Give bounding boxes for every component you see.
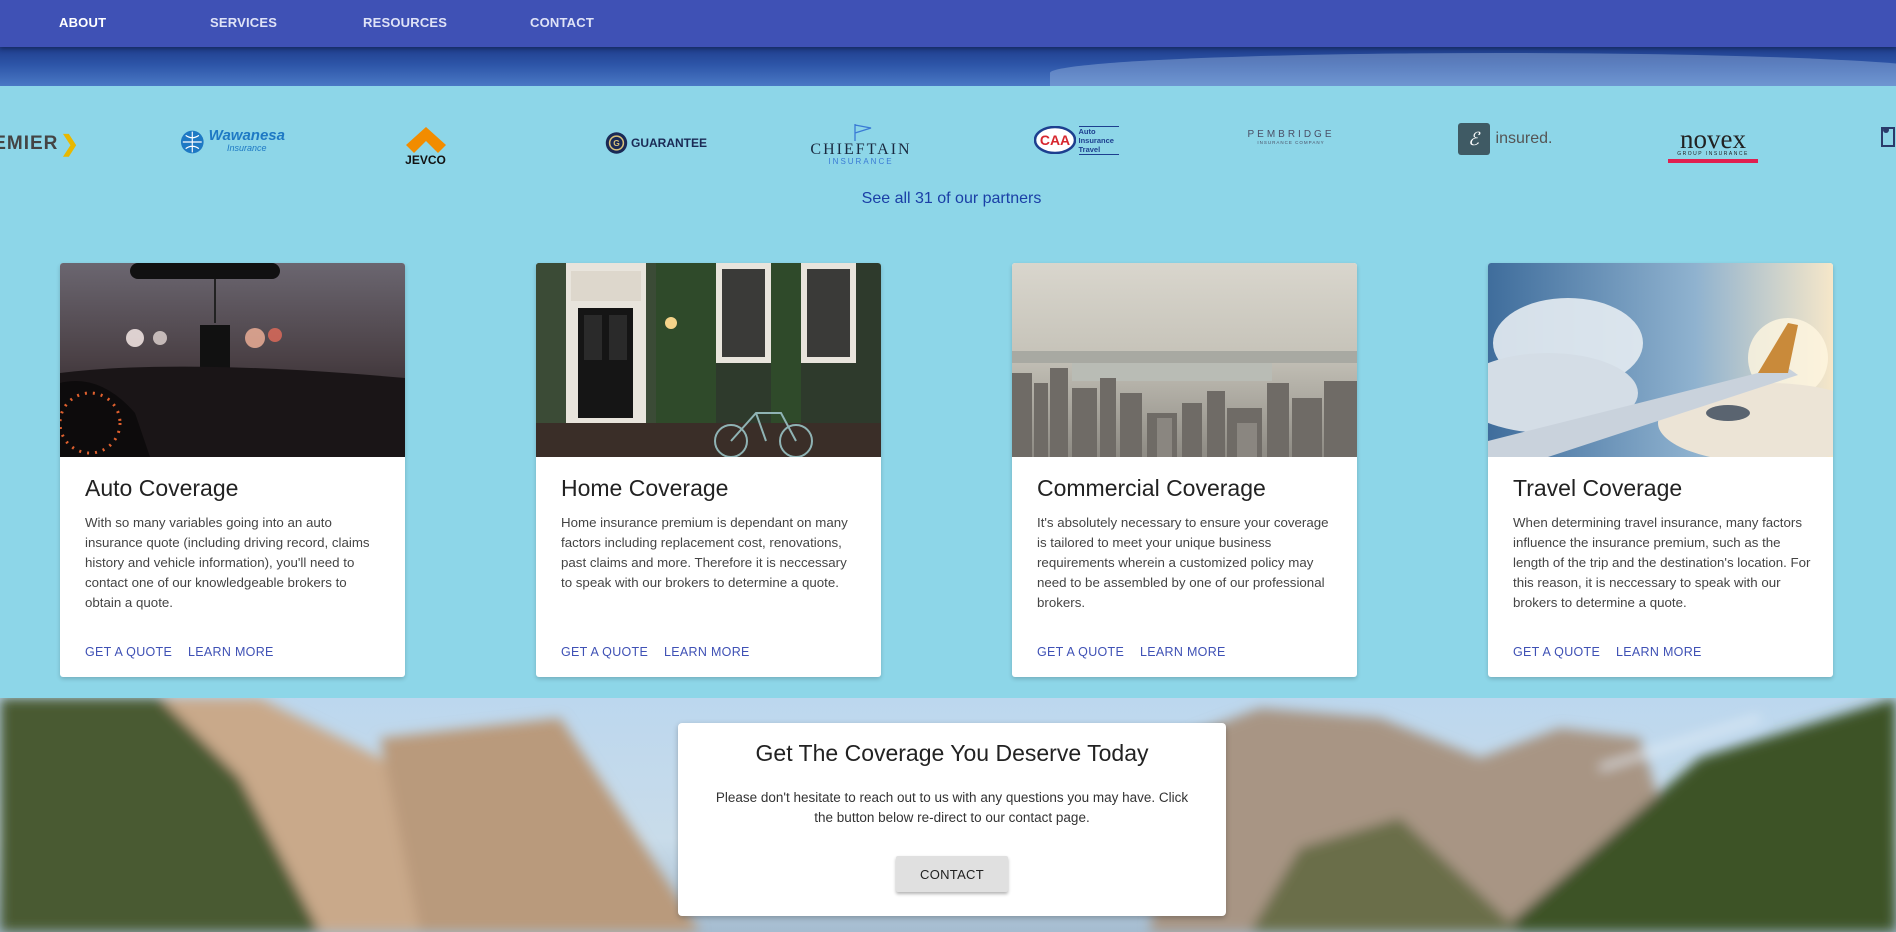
chieftain-logo-sub: INSURANCE [828,156,894,166]
commercial-coverage-card: Commercial Coverage It's absolutely nece… [1012,263,1357,677]
caa-logo: CAA Auto Insurance Travel [1030,124,1122,156]
card-title: Home Coverage [561,475,729,501]
get-a-quote-button[interactable]: GET A QUOTE [1037,645,1124,659]
learn-more-button[interactable]: LEARN MORE [664,645,750,659]
nav-contact[interactable]: CONTACT [530,15,594,30]
commercial-card-image [1012,263,1357,457]
card-title: Commercial Coverage [1037,475,1266,501]
travel-coverage-card: Travel Coverage When determining travel … [1488,263,1833,677]
cta-title: Get The Coverage You Deserve Today [755,740,1149,766]
pembridge-logo: PEMBRIDGE INSURANCE COMPANY [1240,126,1342,148]
auto-card-image [60,263,405,457]
premier-logo: EMIER ❯ [0,126,79,162]
pembridge-logo-text: PEMBRIDGE [1247,129,1335,140]
learn-more-button[interactable]: LEARN MORE [1140,645,1226,659]
jevco-logo: JEVCO [398,120,453,172]
insured-logo-text: insured. [1495,130,1553,147]
pembridge-logo-sub: INSURANCE COMPANY [1257,140,1325,145]
caa-logo-sub: Auto Insurance Travel [1078,125,1119,155]
card-description: With so many variables going into an aut… [85,515,370,610]
card-description: When determining travel insurance, many … [1513,515,1811,610]
premier-logo-text: EMIER [0,133,59,154]
get-a-quote-button[interactable]: GET A QUOTE [561,645,648,659]
learn-more-button[interactable]: LEARN MORE [1616,645,1702,659]
insured-logo: ℰ insured. [1455,121,1555,157]
guarantee-logo-text: GUARANTEE [630,136,707,150]
card-description: Home insurance premium is dependant on m… [561,515,848,590]
hero-image-strip [0,47,1896,86]
novex-logo: novex GROUP INSURANCE [1667,124,1759,166]
guarantee-logo: G GUARANTEE [605,126,707,160]
get-a-quote-button[interactable]: GET A QUOTE [1513,645,1600,659]
chieftain-logo: CHIEFTAIN INSURANCE [810,118,910,170]
svg-text:CAA: CAA [1039,132,1069,148]
chieftain-flag-icon [854,123,872,141]
home-card-image [536,263,881,457]
guarantee-seal-icon: G [605,132,628,154]
contact-button[interactable]: CONTACT [896,856,1008,892]
top-nav: ABOUT SERVICES RESOURCES CONTACT [0,0,1896,47]
learn-more-button[interactable]: LEARN MORE [188,645,274,659]
home-coverage-card: Home Coverage Home insurance premium is … [536,263,881,677]
nav-resources[interactable]: RESOURCES [363,15,447,30]
cta-description: Please don't hesitate to reach out to us… [715,790,1189,825]
novex-logo-text: novex [1680,124,1746,154]
card-title: Travel Coverage [1513,475,1683,501]
nav-about[interactable]: ABOUT [59,15,106,30]
jevco-logo-text: JEVCO [405,153,446,167]
nav-services[interactable]: SERVICES [210,15,277,30]
wawanesa-globe-icon [180,130,204,154]
caa-oval-icon: CAA [1033,126,1076,154]
partial-partner-icon [1878,122,1896,152]
insured-mark-icon: ℰ [1457,123,1490,155]
auto-coverage-card: Auto Coverage With so many variables goi… [60,263,405,677]
svg-text:G: G [613,138,620,148]
travel-card-image [1488,263,1833,457]
card-title: Auto Coverage [85,475,239,501]
wawanesa-logo: Wawanesa Insurance [180,122,285,162]
see-all-partners-link[interactable]: See all 31 of our partners [0,190,1896,208]
card-description: It's absolutely necessary to ensure your… [1037,515,1329,610]
contact-cta-card: Get The Coverage You Deserve Today Pleas… [678,723,1226,916]
partners-section: EMIER ❯ Wawanesa Insurance JEVCO G GUARA… [0,86,1896,236]
get-a-quote-button[interactable]: GET A QUOTE [85,645,172,659]
novex-logo-sub: GROUP INSURANCE [1677,151,1749,157]
wawanesa-logo-text: Wawanesa [208,127,285,144]
